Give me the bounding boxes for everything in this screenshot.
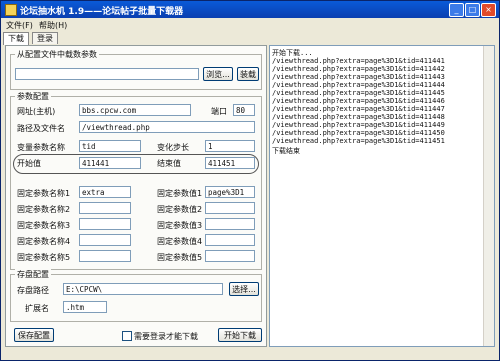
fixed-value-label-3: 固定参数值3 [157, 221, 203, 230]
path-input[interactable]: /viewthread.php [79, 121, 255, 133]
menu-bar: 文件(F) 帮助(H) [1, 18, 499, 31]
config-file-input[interactable] [15, 68, 199, 80]
close-button[interactable]: × [481, 3, 496, 17]
log-line: 下载结束 [272, 147, 300, 155]
fixed-value-label-4: 固定参数值4 [157, 237, 203, 246]
fixed-value-input-3[interactable] [205, 218, 255, 230]
port-input[interactable]: 80 [233, 104, 255, 116]
params-group: 参数配置 网址(主机) bbs.cpcw.com 端口 80 路径及文件名 /v… [10, 91, 262, 270]
log-scrollbar[interactable] [483, 46, 494, 346]
site-input[interactable]: bbs.cpcw.com [79, 104, 191, 116]
tab-login[interactable]: 登录 [32, 32, 58, 44]
fixed-value-input-5[interactable] [205, 250, 255, 262]
log-output[interactable]: 开始下载... /viewthread.php?extra=page%3D1&t… [269, 45, 495, 347]
storage-path-input[interactable]: E:\CPCW\ [63, 283, 223, 295]
site-label: 网址(主机) [17, 107, 56, 116]
start-label: 开始值 [17, 159, 41, 168]
log-line: /viewthread.php?extra=page%3D1&tid=41144… [272, 89, 445, 97]
log-line: /viewthread.php?extra=page%3D1&tid=41145… [272, 137, 445, 145]
fixed-value-input-2[interactable] [205, 202, 255, 214]
var-name-label: 变量参数名称 [17, 143, 65, 152]
log-line: /viewthread.php?extra=page%3D1&tid=41144… [272, 65, 445, 73]
window-title: 论坛抽水机 1.9——论坛帖子批量下载器 [20, 7, 184, 17]
minimize-button[interactable]: _ [449, 3, 464, 17]
fixed-name-label-1: 固定参数名称1 [17, 189, 71, 198]
maximize-button[interactable]: □ [465, 3, 480, 17]
load-config-group: 从配置文件中载数参数 浏览... 装载 [10, 49, 262, 90]
params-group-label: 参数配置 [15, 91, 51, 102]
app-icon [5, 4, 17, 16]
path-label: 路径及文件名 [17, 124, 65, 133]
fixed-name-input-5[interactable] [79, 250, 131, 262]
load-button[interactable]: 装载 [237, 67, 259, 81]
login-checkbox-label: 需要登录才能下载 [134, 332, 198, 341]
fixed-name-label-4: 固定参数名称4 [17, 237, 71, 246]
storage-group: 存盘配置 存盘路径 E:\CPCW\ 选择... 扩展名 .htm [10, 269, 262, 322]
fixed-name-input-1[interactable]: extra [79, 186, 131, 198]
log-line: /viewthread.php?extra=page%3D1&tid=41144… [272, 73, 445, 81]
start-download-button[interactable]: 开始下载 [218, 328, 262, 342]
fixed-value-label-2: 固定参数值2 [157, 205, 203, 214]
fixed-value-input-4[interactable] [205, 234, 255, 246]
var-name-input[interactable]: tid [79, 140, 141, 152]
fixed-name-input-2[interactable] [79, 202, 131, 214]
storage-group-label: 存盘配置 [15, 269, 51, 280]
start-input[interactable]: 411441 [79, 157, 141, 169]
storage-path-label: 存盘路径 [17, 286, 49, 295]
ext-input[interactable]: .htm [63, 301, 107, 313]
menu-help[interactable]: 帮助(H) [39, 20, 67, 31]
fixed-value-input-1[interactable]: page%3D1 [205, 186, 255, 198]
app-window: 论坛抽水机 1.9——论坛帖子批量下载器 _ □ × 文件(F) 帮助(H) 下… [0, 0, 500, 361]
step-input[interactable]: 1 [205, 140, 255, 152]
log-line: /viewthread.php?extra=page%3D1&tid=41144… [272, 121, 445, 129]
end-label: 结束值 [157, 159, 181, 168]
fixed-name-input-4[interactable] [79, 234, 131, 246]
end-input[interactable]: 411451 [205, 157, 255, 169]
fixed-value-label-5: 固定参数值5 [157, 253, 203, 262]
log-line: /viewthread.php?extra=page%3D1&tid=41144… [272, 97, 445, 105]
login-checkbox[interactable] [122, 331, 132, 341]
port-label: 端口 [211, 107, 227, 116]
fixed-name-label-3: 固定参数名称3 [17, 221, 71, 230]
choose-button[interactable]: 选择... [229, 282, 259, 296]
tab-download[interactable]: 下载 [3, 32, 29, 45]
log-line: /viewthread.php?extra=page%3D1&tid=41145… [272, 129, 445, 137]
download-panel: 从配置文件中载数参数 浏览... 装载 参数配置 网址(主机) bbs.cpcw… [5, 45, 267, 347]
ext-label: 扩展名 [25, 304, 49, 313]
load-config-group-label: 从配置文件中载数参数 [15, 49, 99, 60]
fixed-name-label-2: 固定参数名称2 [17, 205, 71, 214]
log-line: /viewthread.php?extra=page%3D1&tid=41144… [272, 113, 445, 121]
save-config-button[interactable]: 保存配置 [14, 328, 54, 342]
log-line: /viewthread.php?extra=page%3D1&tid=41144… [272, 81, 445, 89]
log-line: /viewthread.php?extra=page%3D1&tid=41144… [272, 105, 445, 113]
browse-button[interactable]: 浏览... [203, 67, 233, 81]
menu-file[interactable]: 文件(F) [6, 20, 33, 31]
fixed-name-input-3[interactable] [79, 218, 131, 230]
step-label: 变化步长 [157, 143, 189, 152]
title-bar[interactable]: 论坛抽水机 1.9——论坛帖子批量下载器 _ □ × [1, 1, 499, 18]
log-line: /viewthread.php?extra=page%3D1&tid=41144… [272, 57, 445, 65]
fixed-value-label-1: 固定参数值1 [157, 189, 203, 198]
fixed-name-label-5: 固定参数名称5 [17, 253, 71, 262]
